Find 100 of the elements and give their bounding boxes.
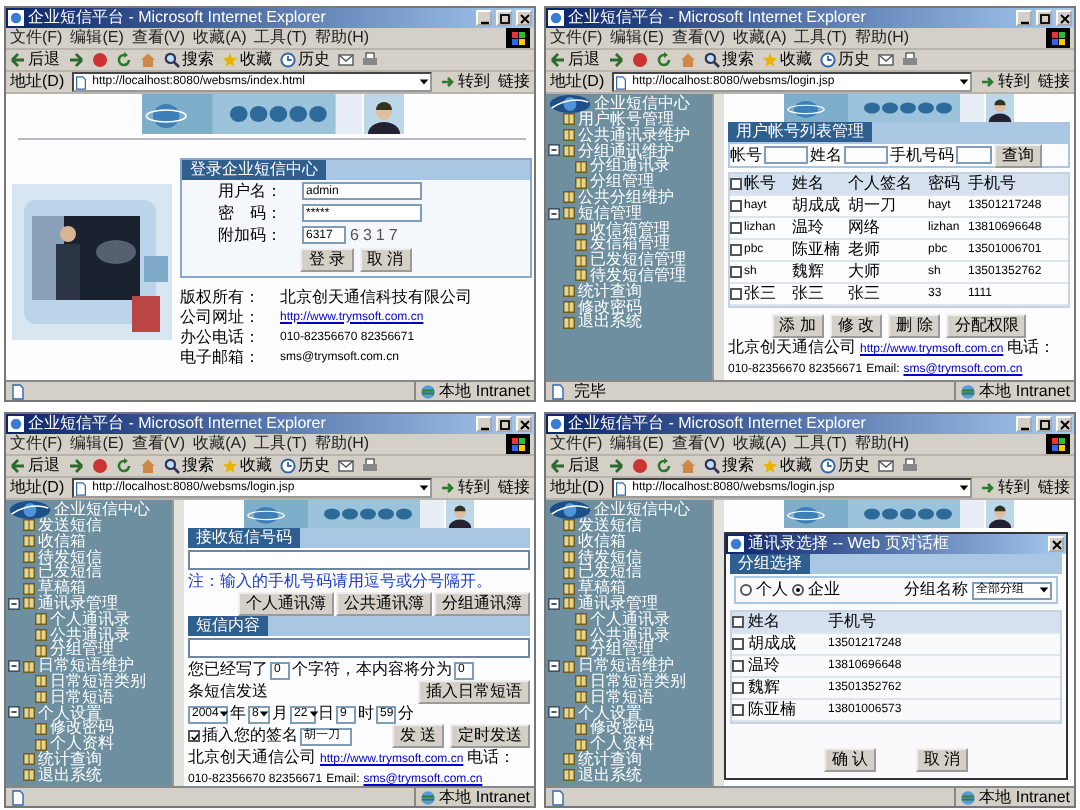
radio-button[interactable] <box>792 584 804 596</box>
scrollbar[interactable] <box>712 500 724 786</box>
forward-icon[interactable] <box>608 52 624 68</box>
mail-icon[interactable] <box>338 458 354 474</box>
links-label[interactable]: 链接 <box>498 72 530 92</box>
go-button[interactable]: 转到 <box>440 478 490 498</box>
maximize-button[interactable] <box>1036 10 1052 26</box>
input-field[interactable] <box>764 146 808 164</box>
menu-item[interactable]: 收藏(A) <box>733 28 787 48</box>
favorites-button[interactable]: 收藏 <box>762 456 812 476</box>
menu-item[interactable]: 工具(T) <box>254 28 307 48</box>
printer-icon[interactable] <box>902 458 918 474</box>
history-button[interactable]: 历史 <box>280 456 330 476</box>
minus-box-icon[interactable] <box>548 597 560 610</box>
printer-icon[interactable] <box>362 52 378 68</box>
menu-item[interactable]: 工具(T) <box>254 434 307 454</box>
stop-icon[interactable] <box>632 458 648 474</box>
input-field[interactable] <box>844 146 888 164</box>
checkbox[interactable] <box>188 730 200 742</box>
minimize-button[interactable] <box>1016 10 1032 26</box>
close-button[interactable] <box>1056 10 1072 26</box>
back-button[interactable]: 后退 <box>10 456 60 476</box>
minus-box-icon[interactable] <box>8 660 20 673</box>
button[interactable]: 分配权限 <box>946 314 1027 338</box>
go-button[interactable]: 转到 <box>980 478 1030 498</box>
menu-item[interactable]: 工具(T) <box>794 28 847 48</box>
minus-box-icon[interactable] <box>8 597 20 610</box>
menu-item[interactable]: 编辑(E) <box>70 28 124 48</box>
button[interactable]: 分组通讯簿 <box>434 592 530 616</box>
checkbox[interactable] <box>730 266 742 278</box>
button[interactable]: 删 除 <box>888 314 941 338</box>
minus-box-icon[interactable] <box>548 207 560 220</box>
refresh-icon[interactable] <box>656 458 672 474</box>
printer-icon[interactable] <box>362 458 378 474</box>
menu-item[interactable]: 编辑(E) <box>610 28 664 48</box>
button[interactable]: 修 改 <box>829 314 883 338</box>
minus-box-icon[interactable] <box>548 706 560 719</box>
menu-item[interactable]: 帮助(H) <box>854 434 910 454</box>
forward-icon[interactable] <box>68 458 84 474</box>
stop-icon[interactable] <box>92 52 108 68</box>
stop-icon[interactable] <box>632 52 648 68</box>
menu-item[interactable]: 工具(T) <box>794 434 847 454</box>
button[interactable]: 取 消 <box>916 748 969 772</box>
minimize-button[interactable] <box>476 10 492 26</box>
button[interactable]: 发 送 <box>391 724 444 748</box>
mail-icon[interactable] <box>878 52 894 68</box>
maximize-button[interactable] <box>1036 416 1052 432</box>
maximize-button[interactable] <box>496 416 512 432</box>
close-button[interactable] <box>1056 416 1072 432</box>
checkbox[interactable] <box>732 638 744 650</box>
search-button[interactable]: 查询 <box>994 143 1042 167</box>
menu-item[interactable]: 帮助(H) <box>854 28 910 48</box>
favorites-button[interactable]: 收藏 <box>222 456 272 476</box>
text-area[interactable] <box>188 550 530 570</box>
menu-item[interactable]: 查看(V) <box>671 434 726 454</box>
menu-item[interactable]: 文件(F) <box>10 28 63 48</box>
checkbox[interactable] <box>730 222 742 234</box>
checkbox[interactable] <box>732 660 744 672</box>
minimize-button[interactable] <box>476 416 492 432</box>
menu-item[interactable]: 文件(F) <box>550 434 603 454</box>
search-button[interactable]: 搜索 <box>704 50 754 70</box>
go-button[interactable]: 转到 <box>440 72 490 92</box>
scrollbar[interactable] <box>172 500 184 786</box>
button[interactable]: 公共通讯簿 <box>336 592 432 616</box>
menu-item[interactable]: 文件(F) <box>550 28 603 48</box>
checkbox[interactable] <box>730 200 742 212</box>
printer-icon[interactable] <box>902 52 918 68</box>
checkbox[interactable] <box>730 178 742 190</box>
history-button[interactable]: 历史 <box>280 50 330 70</box>
menu-item[interactable]: 收藏(A) <box>733 434 787 454</box>
checkbox[interactable] <box>732 616 744 628</box>
menu-item[interactable]: 帮助(H) <box>314 434 370 454</box>
go-button[interactable]: 转到 <box>980 72 1030 92</box>
radio-button[interactable] <box>740 584 752 596</box>
close-button[interactable] <box>516 416 532 432</box>
menu-item[interactable]: 编辑(E) <box>70 434 124 454</box>
search-button[interactable]: 搜索 <box>164 50 214 70</box>
mail-icon[interactable] <box>338 52 354 68</box>
minus-box-icon[interactable] <box>548 660 560 673</box>
maximize-button[interactable] <box>496 10 512 26</box>
button[interactable]: 添 加 <box>771 314 824 338</box>
favorites-button[interactable]: 收藏 <box>762 50 812 70</box>
back-button[interactable]: 后退 <box>550 456 600 476</box>
search-button[interactable]: 搜索 <box>704 456 754 476</box>
menu-item[interactable]: 查看(V) <box>671 28 726 48</box>
menu-item[interactable]: 查看(V) <box>131 28 186 48</box>
menu-item[interactable]: 编辑(E) <box>610 434 664 454</box>
search-button[interactable]: 搜索 <box>164 456 214 476</box>
menu-item[interactable]: 收藏(A) <box>193 434 247 454</box>
menu-item[interactable]: 帮助(H) <box>314 28 370 48</box>
history-button[interactable]: 历史 <box>820 50 870 70</box>
menu-item[interactable]: 查看(V) <box>131 434 186 454</box>
menu-item[interactable]: 文件(F) <box>10 434 63 454</box>
checkbox[interactable] <box>732 682 744 694</box>
back-button[interactable]: 后退 <box>10 50 60 70</box>
minimize-button[interactable] <box>1016 416 1032 432</box>
links-label[interactable]: 链接 <box>1038 72 1070 92</box>
minus-box-icon[interactable] <box>548 144 560 157</box>
stop-icon[interactable] <box>92 458 108 474</box>
refresh-icon[interactable] <box>116 52 132 68</box>
